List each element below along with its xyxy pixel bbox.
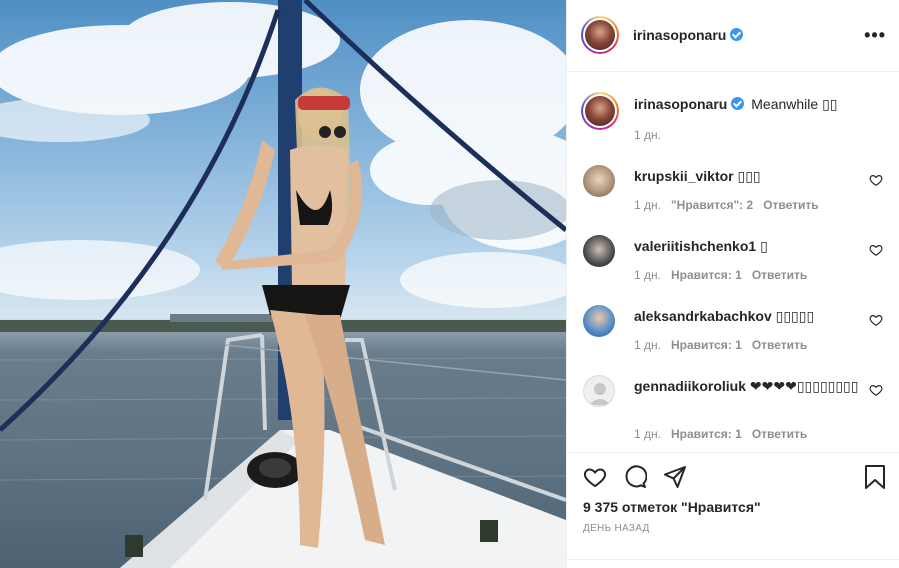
heart-icon[interactable]	[583, 465, 607, 489]
caption-meta: 1 дн.	[634, 128, 671, 142]
post-photo[interactable]	[0, 0, 566, 568]
commenter-username[interactable]: valeriitishchenko1	[634, 238, 756, 254]
comment-body: gennadiikoroliuk ❤❤❤❤▯▯▯▯▯▯▯▯	[634, 377, 862, 395]
more-options-icon[interactable]: •••	[864, 26, 886, 44]
commenter-avatar[interactable]	[583, 305, 615, 337]
comment-text: ▯▯▯▯▯	[775, 308, 815, 324]
add-comment-divider	[567, 559, 899, 568]
comment-likes[interactable]: Нравится: 1	[671, 268, 742, 282]
post-actions: 9 375 отметок "Нравится" день назад	[567, 452, 899, 568]
comment-meta: 1 дн. "Нравится": 2 Ответить	[634, 198, 829, 212]
comment-time[interactable]: 1 дн.	[634, 198, 661, 212]
commenter-avatar[interactable]	[583, 165, 615, 197]
comment-meta: 1 дн. Нравится: 1 Ответить	[634, 427, 817, 441]
author-username[interactable]: irinasoponaru	[633, 27, 726, 43]
default-avatar-icon	[589, 383, 611, 405]
commenter-avatar[interactable]	[583, 375, 615, 407]
post-time[interactable]: день назад	[583, 523, 650, 534]
author-name-row: irinasoponaru	[633, 27, 744, 43]
verified-badge-icon	[731, 97, 745, 110]
comment-body: aleksandrkabachkov ▯▯▯▯▯	[634, 307, 862, 325]
reply-button[interactable]: Ответить	[752, 427, 807, 441]
bookmark-icon[interactable]	[864, 465, 886, 489]
comment-text: ❤❤❤❤▯▯▯▯▯▯▯▯	[749, 378, 859, 394]
caption-avatar[interactable]	[581, 92, 619, 130]
comment-time[interactable]: 1 дн.	[634, 268, 661, 282]
like-comment-heart-icon[interactable]	[869, 173, 883, 187]
commenter-username[interactable]: gennadiikoroliuk	[634, 378, 746, 394]
reply-button[interactable]: Ответить	[752, 338, 807, 352]
commenter-username[interactable]: aleksandrkabachkov	[634, 308, 772, 324]
caption-time[interactable]: 1 дн.	[634, 128, 661, 142]
like-comment-heart-icon[interactable]	[869, 243, 883, 257]
comment-meta: 1 дн. Нравится: 1 Ответить	[634, 268, 817, 282]
comment-time[interactable]: 1 дн.	[634, 338, 661, 352]
comment-likes[interactable]: Нравится: 1	[671, 427, 742, 441]
comment-body: valeriitishchenko1 ▯	[634, 237, 862, 255]
comment-icon[interactable]	[623, 465, 647, 489]
post-side-panel: irinasoponaru ••• irinasoponaru Meanwhil…	[566, 0, 899, 568]
share-icon[interactable]	[663, 465, 687, 489]
commenter-username[interactable]: krupskii_viktor	[634, 168, 734, 184]
likes-count[interactable]: 9 375 отметок "Нравится"	[583, 499, 761, 515]
author-avatar[interactable]	[581, 16, 619, 54]
caption-body: irinasoponaru Meanwhile ▯▯	[634, 95, 862, 113]
commenter-avatar[interactable]	[583, 235, 615, 267]
comment-likes[interactable]: "Нравится": 2	[671, 198, 753, 212]
comment-body: krupskii_viktor ▯▯▯	[634, 167, 862, 185]
verified-badge-icon	[730, 28, 744, 41]
post-header: irinasoponaru •••	[567, 0, 899, 72]
photo-illustration	[0, 0, 566, 568]
reply-button[interactable]: Ответить	[752, 268, 807, 282]
caption-username[interactable]: irinasoponaru	[634, 96, 727, 112]
comment-likes[interactable]: Нравится: 1	[671, 338, 742, 352]
reply-button[interactable]: Ответить	[763, 198, 818, 212]
like-comment-heart-icon[interactable]	[869, 313, 883, 327]
like-comment-heart-icon[interactable]	[869, 383, 883, 397]
comment-text: ▯▯▯	[737, 168, 761, 184]
comment-meta: 1 дн. Нравится: 1 Ответить	[634, 338, 817, 352]
caption-text: Meanwhile ▯▯	[751, 96, 838, 112]
comment-time[interactable]: 1 дн.	[634, 427, 661, 441]
comment-text: ▯	[760, 238, 768, 254]
